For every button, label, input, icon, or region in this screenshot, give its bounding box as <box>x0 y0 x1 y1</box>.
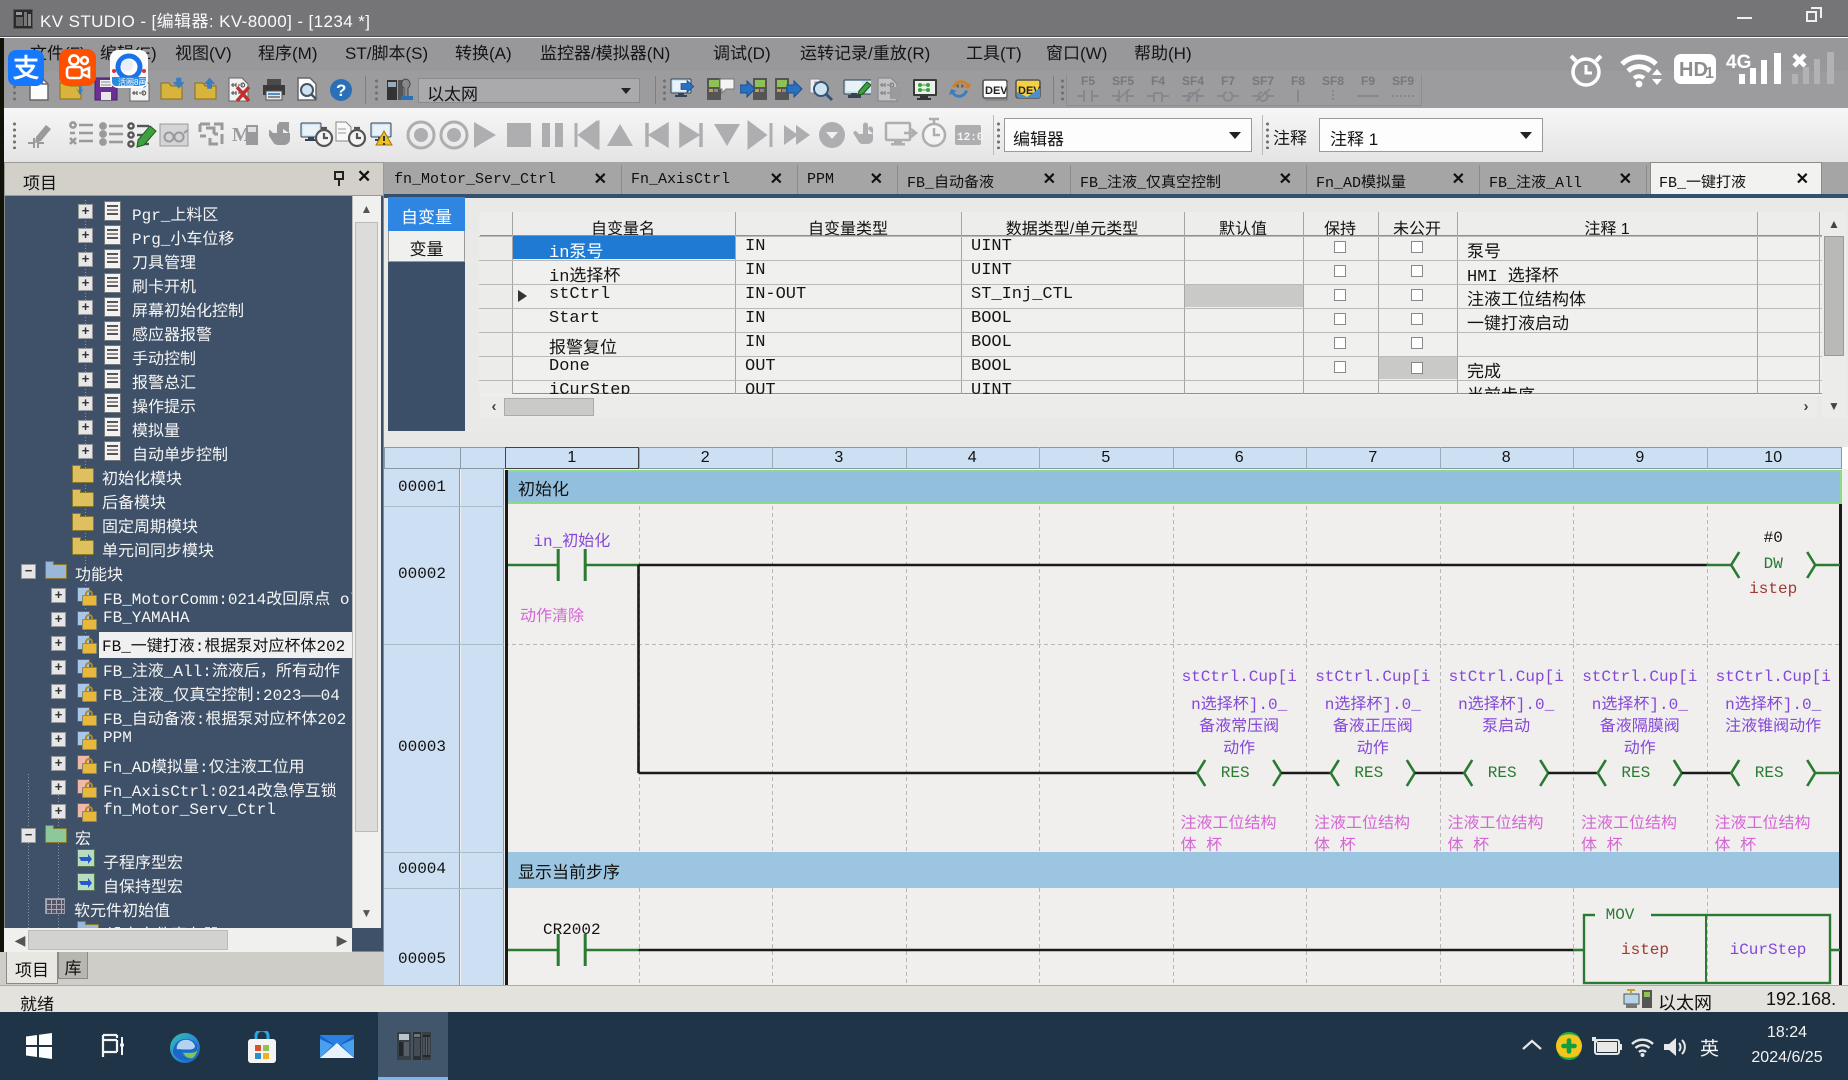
svg-text:?: ? <box>336 81 346 100</box>
svg-text:1: 1 <box>1705 65 1714 82</box>
svg-text:HD: HD <box>1679 59 1708 81</box>
svg-text:DEV: DEV <box>985 85 1008 97</box>
svg-text:4G: 4G <box>1726 52 1751 73</box>
svg-text:12:00: 12:00 <box>957 132 983 144</box>
svg-text:活圈8画: 活圈8画 <box>118 77 146 87</box>
